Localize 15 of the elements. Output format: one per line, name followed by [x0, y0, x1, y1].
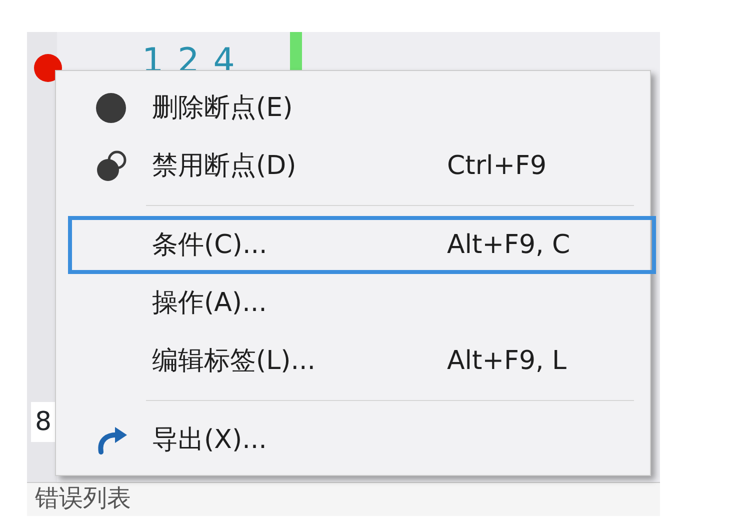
- menu-item[interactable]: 导出(X)...: [68, 411, 656, 469]
- dot-ring-icon: [95, 150, 129, 182]
- menu-item[interactable]: 删除断点(E): [68, 79, 656, 137]
- menu-item[interactable]: 操作(A)...: [68, 274, 656, 332]
- change-bar: [290, 32, 302, 72]
- shortcut-text: Ctrl+F9: [447, 150, 547, 182]
- menu-item[interactable]: 编辑标签(L)... Alt+F9, L: [68, 332, 656, 390]
- shortcut-text: Alt+F9, L: [447, 344, 567, 378]
- side-text: 8: [31, 402, 57, 442]
- menu-item[interactable]: 条件(C)... Alt+F9, C: [68, 216, 656, 274]
- shortcut-text: Alt+F9, C: [447, 228, 570, 262]
- dot-icon: [95, 92, 129, 124]
- redo-arrow-icon: [95, 424, 129, 456]
- panel-title: 错误列表: [35, 484, 131, 513]
- menu-item[interactable]: 禁用断点(D) Ctrl+F9: [68, 137, 656, 195]
